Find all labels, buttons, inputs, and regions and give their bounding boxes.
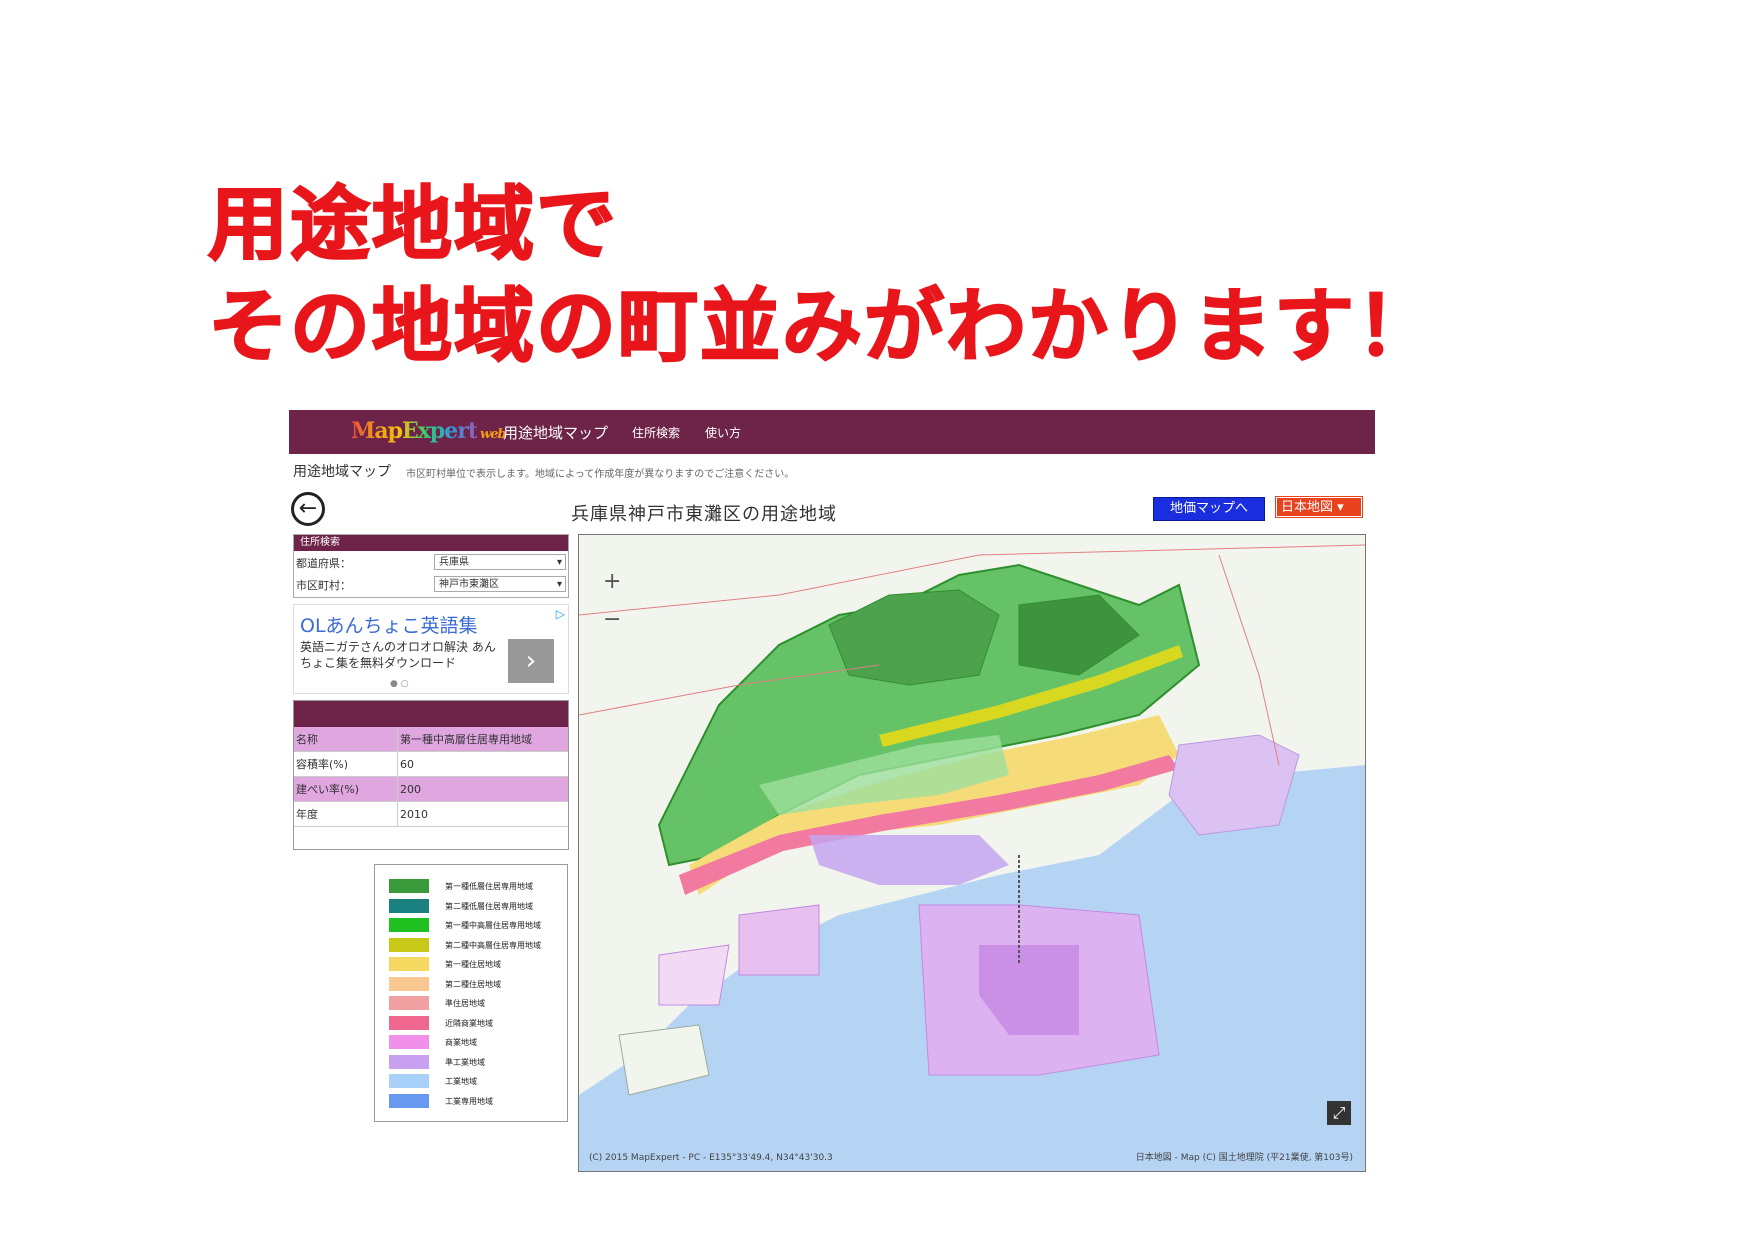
legend-label: 第二種中高層住居専用地域 xyxy=(445,940,541,950)
headline-line-1: 用途地域で xyxy=(207,177,618,272)
nav-how-to-use[interactable]: 使い方 xyxy=(705,424,741,441)
city-label: 市区町村： xyxy=(296,579,351,592)
info-key: 名称 xyxy=(294,727,398,752)
ad-title[interactable]: OLあんちょこ英語集 xyxy=(300,611,478,638)
map-canvas[interactable] xyxy=(579,535,1365,1171)
top-bar: MapExpert web 用途地域マップ 住所検索 使い方 xyxy=(289,410,1375,454)
basemap-select[interactable]: 日本地図 ▾ xyxy=(1275,496,1363,518)
zoom-out-icon[interactable]: − xyxy=(603,601,621,639)
back-arrow-icon[interactable]: ← xyxy=(291,492,325,526)
legend-label: 商業地域 xyxy=(445,1038,477,1047)
info-value: 60 xyxy=(397,751,568,777)
legend-label: 工業地域 xyxy=(445,1077,477,1086)
legend-label: 第二種住居地域 xyxy=(445,979,501,989)
legend-label: 第二種低層住居専用地域 xyxy=(445,901,533,911)
headline-line-2: その地域の町並みがわかります！ xyxy=(207,279,1438,374)
legend-swatch xyxy=(389,1074,429,1088)
legend-label: 第一種住居地域 xyxy=(445,960,501,969)
info-key: 年度 xyxy=(294,801,398,827)
legend-label: 工業専用地域 xyxy=(445,1096,493,1106)
table-row: 建ぺい率(%) 200 xyxy=(294,776,568,802)
address-search-panel: 住所検索 都道府県： 兵庫県 市区町村： 神戸市東灘区 xyxy=(293,534,569,598)
legend-label: 準工業地域 xyxy=(445,1057,485,1067)
info-header xyxy=(294,701,568,727)
prefecture-label: 都道府県： xyxy=(296,557,351,570)
legend-swatch xyxy=(389,879,429,893)
app-name[interactable]: 用途地域マップ xyxy=(503,422,608,443)
info-value: 第一種中高層住居専用地域 xyxy=(397,727,568,752)
legend-label: 第一種中高層住居専用地域 xyxy=(445,921,541,930)
chevron-right-icon[interactable]: › xyxy=(508,639,554,683)
table-row: 容積率(%) 60 xyxy=(294,751,568,777)
adchoices-icon[interactable]: ▷ xyxy=(556,607,565,621)
info-key: 容積率(%) xyxy=(294,751,398,777)
fullscreen-icon[interactable]: ⤢ xyxy=(1327,1101,1351,1125)
ad-banner[interactable]: OLあんちょこ英語集 英語ニガテさんのオロオロ解決 あんちょこ集を無料ダウンロー… xyxy=(293,604,569,694)
zoom-controls: + − xyxy=(603,563,621,639)
city-select[interactable]: 神戸市東灘区 xyxy=(434,576,566,593)
legend-swatch xyxy=(389,1093,429,1108)
legend-swatch xyxy=(389,1035,429,1049)
zone-info-table: 名称 第一種中高層住居専用地域 容積率(%) 60 建ぺい率(%) 200 年度… xyxy=(294,727,568,827)
legend-swatch xyxy=(389,937,429,952)
table-row: 年度 2010 xyxy=(294,801,568,827)
info-key: 建ぺい率(%) xyxy=(294,776,398,802)
map-title: 兵庫県神戸市東灘区の用途地域 xyxy=(571,504,837,525)
page-note: 市区町村単位で表示します。地域によって作成年度が異なりますのでご注意ください。 xyxy=(406,469,795,480)
legend-label: 準住居地域 xyxy=(445,999,485,1008)
prefecture-select[interactable]: 兵庫県 xyxy=(434,554,566,571)
zoning-map[interactable]: + − ⤢ (C) 2015 MapExpert - PC - E135°33'… xyxy=(578,534,1366,1172)
legend-swatch xyxy=(389,918,429,932)
map-attribution-left: (C) 2015 MapExpert - PC - E135°33'49.4, … xyxy=(589,1153,833,1163)
legend-swatch xyxy=(389,1015,429,1030)
legend-swatch xyxy=(389,957,429,971)
map-attribution-right: 日本地図 - Map (C) 国土地理院 (平21業使, 第103号) xyxy=(1135,1153,1353,1163)
info-value: 2010 xyxy=(397,801,568,827)
zoom-in-icon[interactable]: + xyxy=(603,563,621,601)
table-row: 名称 第一種中高層住居専用地域 xyxy=(294,727,568,752)
carousel-dots[interactable]: ● ○ xyxy=(390,679,409,689)
legend-swatch xyxy=(389,996,429,1010)
legend-swatch xyxy=(389,898,429,913)
info-value: 200 xyxy=(397,776,568,802)
zoning-legend: 第一種低層住居専用地域 第二種低層住居専用地域 第一種中高層住居専用地域 第二種中高層… xyxy=(374,864,568,1122)
page-subtitle: 用途地域マップ xyxy=(293,464,391,480)
app-screenshot: MapExpert web 用途地域マップ 住所検索 使い方 用途地域マップ 市区… xyxy=(289,410,1375,1180)
legend-label: 近隣商業地域 xyxy=(445,1018,493,1028)
zone-info-panel: 名称 第一種中高層住居専用地域 容積率(%) 60 建ぺい率(%) 200 年度… xyxy=(293,700,569,850)
legend-swatch xyxy=(389,976,429,991)
legend-swatch xyxy=(389,1054,429,1069)
ad-text[interactable]: 英語ニガテさんのオロオロ解決 あんちょこ集を無料ダウンロード xyxy=(300,639,500,671)
legend-label: 第一種低層住居専用地域 xyxy=(445,882,533,891)
land-price-map-button[interactable]: 地価マップへ xyxy=(1153,497,1265,521)
nav-address-search[interactable]: 住所検索 xyxy=(632,424,680,441)
mapexpert-logo[interactable]: MapExpert web xyxy=(351,418,507,444)
search-header: 住所検索 xyxy=(294,535,568,551)
